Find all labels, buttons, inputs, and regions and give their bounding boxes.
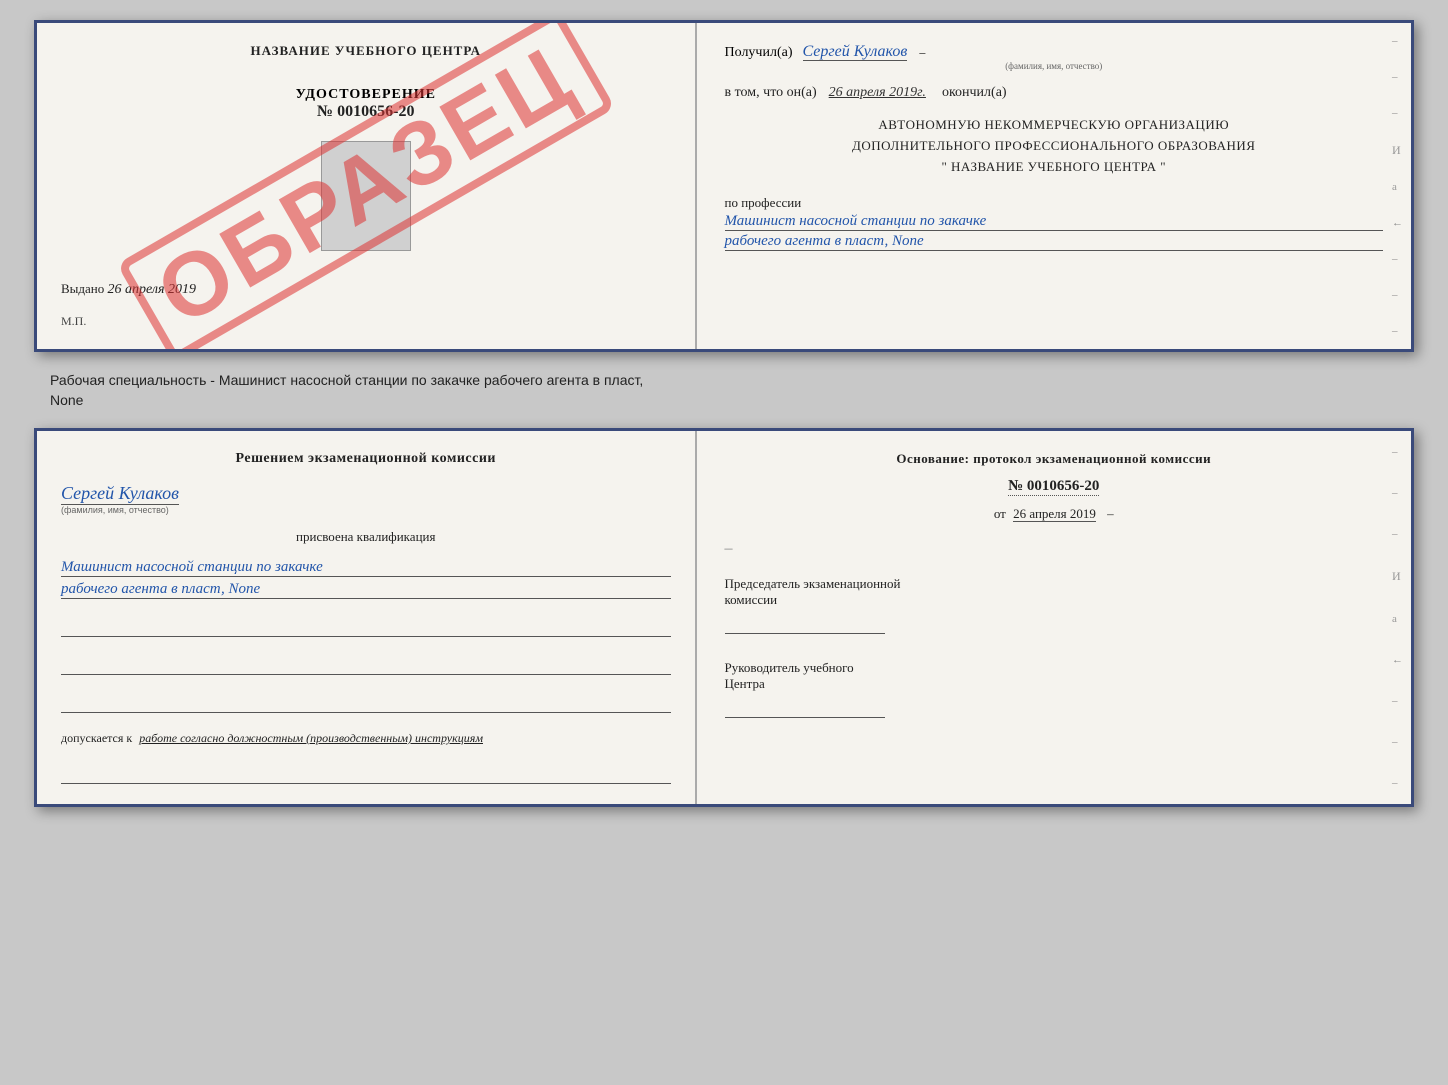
description-line2: None	[42, 392, 1406, 412]
issued-prefix: Выдано	[61, 281, 104, 296]
cert-top-left: НАЗВАНИЕ УЧЕБНОГО ЦЕНТРА УДОСТОВЕРЕНИЕ №…	[37, 23, 697, 349]
profession-block: по профессии Машинист насосной станции п…	[725, 195, 1383, 251]
qualification-line1: Машинист насосной станции по закачке	[61, 559, 671, 577]
org-line2: ДОПОЛНИТЕЛЬНОГО ПРОФЕССИОНАЛЬНОГО ОБРАЗО…	[725, 136, 1383, 157]
bottom-name: Сергей Кулаков	[61, 483, 179, 505]
underline-3	[61, 691, 671, 713]
cert-top-right: Получил(а) Сергей Кулаков – (фамилия, им…	[697, 23, 1411, 349]
cert-number-block: УДОСТОВЕРЕНИЕ № 0010656-20	[61, 87, 671, 121]
document-container: НАЗВАНИЕ УЧЕБНОГО ЦЕНТРА УДОСТОВЕРЕНИЕ №…	[34, 20, 1414, 807]
head-block: Руководитель учебного Центра	[725, 660, 1383, 718]
protocol-number: № 0010656-20	[1008, 478, 1099, 496]
underline-4	[61, 762, 671, 784]
date-line: в том, что он(а) 26 апреля 2019г. окончи…	[725, 85, 1383, 101]
profession-line1: Машинист насосной станции по закачке	[725, 213, 1383, 231]
qualification-block: Машинист насосной станции по закачке раб…	[61, 555, 671, 599]
cert-top-title: НАЗВАНИЕ УЧЕБНОГО ЦЕНТРА	[61, 43, 671, 59]
cert-bottom-right: Основание: протокол экзаменационной коми…	[697, 431, 1411, 804]
protocol-number-block: № 0010656-20	[725, 477, 1383, 496]
top-certificate: НАЗВАНИЕ УЧЕБНОГО ЦЕНТРА УДОСТОВЕРЕНИЕ №…	[34, 20, 1414, 352]
bottom-right-edge-dashes: –––Иа←–––	[1392, 431, 1403, 804]
profession-line2: рабочего агента в пласт, None	[725, 233, 1383, 251]
recipient-hint: (фамилия, имя, отчество)	[725, 61, 1383, 71]
recipient-line: Получил(а) Сергей Кулаков – (фамилия, им…	[725, 43, 1383, 71]
ito-bottom: И	[1392, 569, 1403, 584]
name-hint: (фамилия, имя, отчество)	[61, 505, 671, 515]
chairman-block: Председатель экзаменационной комиссии	[725, 576, 1383, 634]
head-signature	[725, 696, 885, 718]
cert-number: № 0010656-20	[61, 103, 671, 121]
spacer-line: –	[725, 540, 1383, 558]
date-suffix: окончил(а)	[942, 85, 1007, 101]
допускается-text: работе согласно должностным (производств…	[139, 731, 483, 745]
cert-label: УДОСТОВЕРЕНИЕ	[61, 87, 671, 103]
date-value: 26 апреля 2019г.	[829, 85, 926, 101]
protocol-date: от 26 апреля 2019 –	[725, 506, 1383, 522]
qualification-line2: рабочего агента в пласт, None	[61, 581, 671, 599]
org-line1: АВТОНОМНУЮ НЕКОММЕРЧЕСКУЮ ОРГАНИЗАЦИЮ	[725, 115, 1383, 136]
protocol-date-value: 26 апреля 2019	[1013, 506, 1096, 522]
head-label2: Центра	[725, 676, 1383, 692]
chairman-signature	[725, 612, 885, 634]
photo-area	[321, 141, 411, 251]
decision-title: Решением экзаменационной комиссии	[61, 451, 671, 467]
date-prefix: в том, что он(а)	[725, 85, 817, 101]
head-label: Руководитель учебного	[725, 660, 1383, 676]
protocol-date-prefix: от	[994, 506, 1006, 521]
chairman-label: Председатель экзаменационной	[725, 576, 1383, 592]
assigned-label: присвоена квалификация	[61, 529, 671, 545]
right-edge-dashes: –––Иа←–––	[1392, 23, 1403, 349]
issued-date: 26 апреля 2019	[108, 282, 196, 297]
name-block: Сергей Кулаков (фамилия, имя, отчество)	[61, 477, 671, 515]
basis-title: Основание: протокол экзаменационной коми…	[725, 451, 1383, 467]
допускается-prefix: допускается к	[61, 731, 132, 745]
chairman-label2: комиссии	[725, 592, 1383, 608]
bottom-certificate: Решением экзаменационной комиссии Сергей…	[34, 428, 1414, 807]
underline-1	[61, 615, 671, 637]
org-line3: " НАЗВАНИЕ УЧЕБНОГО ЦЕНТРА "	[725, 157, 1383, 178]
допускается-line: допускается к работе согласно должностны…	[61, 731, 671, 746]
cert-bottom-left: Решением экзаменационной комиссии Сергей…	[37, 431, 697, 804]
underline-2	[61, 653, 671, 675]
profession-label: по профессии	[725, 195, 1383, 211]
mp-label: М.П.	[61, 314, 671, 329]
issued-line: Выдано 26 апреля 2019	[61, 271, 671, 298]
description-block: Рабочая специальность - Машинист насосно…	[34, 364, 1414, 416]
ito-text: И	[1392, 143, 1403, 158]
recipient-prefix: Получил(а)	[725, 45, 793, 60]
description-line1: Рабочая специальность - Машинист насосно…	[42, 368, 1406, 392]
org-block: АВТОНОМНУЮ НЕКОММЕРЧЕСКУЮ ОРГАНИЗАЦИЮ ДО…	[725, 115, 1383, 177]
a-bottom: а	[1392, 613, 1403, 625]
a-text: а	[1392, 181, 1403, 193]
recipient-name: Сергей Кулаков	[803, 43, 908, 61]
